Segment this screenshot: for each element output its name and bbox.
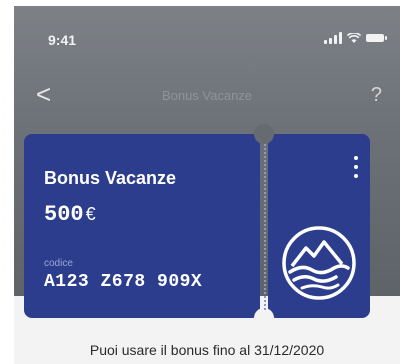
status-bar: 9:41: [14, 6, 400, 48]
wifi-icon: [347, 32, 361, 43]
mountain-wave-icon: [282, 226, 356, 300]
ticket-notch-top: [254, 124, 274, 144]
amount-value: 500: [44, 202, 84, 227]
ticket-notch-bottom: [254, 308, 274, 328]
code-label: codice: [44, 258, 73, 269]
signal-icon: [324, 32, 342, 44]
voucher-title: Bonus Vacanze: [44, 168, 177, 188]
navigation-bar: < Bonus Vacanze ?: [14, 76, 400, 112]
validity-text: Puoi usare il bonus fino al 31/12/2020: [89, 342, 325, 358]
status-time: 9:41: [48, 32, 77, 48]
amount-currency: €: [85, 204, 96, 224]
voucher-amount: 500 €: [44, 202, 96, 227]
page-title: Bonus Vacanze: [161, 88, 253, 103]
status-icons: [324, 31, 387, 45]
battery-icon: [366, 34, 387, 42]
help-button[interactable]: ?: [371, 84, 382, 107]
voucher-code: A123 Z678 909X: [44, 272, 203, 292]
more-vertical-icon[interactable]: [350, 156, 362, 178]
ticket-perforation: [264, 144, 266, 310]
